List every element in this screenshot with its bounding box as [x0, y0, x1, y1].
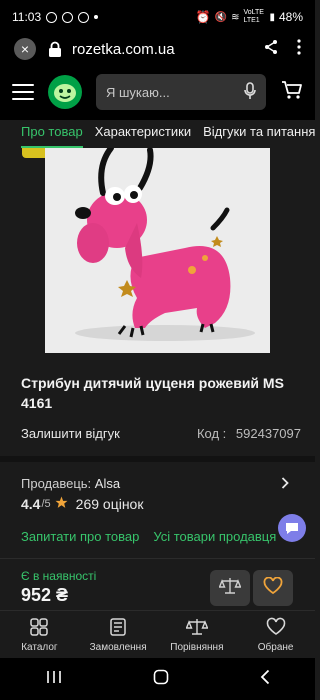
bottom-navigation: Каталог Замовлення Порівняння Обране [0, 610, 315, 658]
system-navigation-bar [0, 658, 315, 700]
home-icon[interactable] [153, 669, 169, 690]
nav-catalog-label: Каталог [21, 641, 58, 653]
buy-bar: Є в наявності 952 ₴ [0, 558, 315, 610]
all-seller-items-link[interactable]: Усі товари продавця [153, 529, 276, 544]
heart-icon [266, 617, 286, 640]
section-divider [0, 456, 315, 462]
status-time: 11:03 [12, 10, 42, 24]
signal-icon: ▮ [269, 11, 275, 23]
battery-level: 48% [278, 10, 303, 24]
browser-url-bar: × rozetka.com.ua [0, 34, 315, 64]
mute-icon: 🔇 [214, 11, 228, 23]
leave-review-link[interactable]: Залишити відгук [21, 426, 120, 441]
seller-name[interactable]: Alsa [95, 476, 120, 491]
product-code-label: Код : [196, 426, 227, 441]
recent-apps-icon[interactable] [46, 670, 62, 689]
seller-label: Продавець: [21, 476, 92, 491]
seller-rating: 4.4 /5 269 оцінок [21, 496, 143, 512]
notification-icon [46, 11, 58, 23]
search-placeholder: Я шукаю... [106, 84, 170, 100]
url-text[interactable]: rozetka.com.ua [72, 41, 175, 58]
microphone-icon[interactable] [244, 81, 256, 103]
nav-compare-label: Порівняння [170, 641, 224, 653]
rating-value: 4.4 [21, 496, 41, 512]
nav-favorites-label: Обране [257, 641, 294, 653]
reviews-count: 269 оцінок [75, 496, 144, 512]
more-menu-icon[interactable] [297, 38, 301, 60]
product-code-value: 592437097 [235, 426, 301, 441]
seller-row[interactable]: Продавець: Alsa [21, 476, 120, 491]
back-icon[interactable] [260, 669, 270, 690]
tab-about[interactable]: Про товар [21, 120, 83, 148]
stock-status: Є в наявності [21, 569, 97, 583]
cart-icon[interactable] [281, 80, 303, 105]
alarm-icon: ⏰ [195, 10, 211, 24]
chat-assistant-button[interactable] [278, 514, 306, 542]
nav-favorites[interactable]: Обране [241, 617, 311, 653]
search-input[interactable]: Я шукаю... [96, 74, 266, 110]
lock-icon[interactable] [48, 41, 62, 57]
compare-button[interactable] [210, 570, 250, 606]
more-notifications-icon [94, 15, 99, 19]
compare-icon [185, 617, 209, 640]
price: 952 ₴ [21, 585, 69, 605]
site-header: Я шукаю... [0, 64, 315, 120]
rating-scale: /5 [41, 498, 51, 510]
ask-about-product-link[interactable]: Запитати про товар [21, 529, 139, 544]
catalog-icon [29, 617, 49, 640]
close-tab-icon[interactable]: × [14, 38, 36, 60]
review-code-row: Залишити відгук Код : 592437097 [21, 426, 301, 441]
wifi-icon: ≋ [231, 11, 240, 23]
product-tabs: Про товар Характеристики Відгуки та пита… [0, 120, 315, 148]
status-bar: 11:03 ⏰ 🔇 ≋ VoLTE LTE1 ▮ 48% [0, 0, 315, 34]
nav-orders-label: Замовлення [89, 641, 147, 653]
pink-puppy-toy-image [75, 148, 255, 341]
compare-scales-icon [218, 577, 242, 600]
nav-compare[interactable]: Порівняння [162, 617, 232, 653]
notification-icon [78, 11, 90, 23]
product-title: Стрибун дитячий цуценя рожевий MS 4161 [21, 375, 284, 411]
notification-icon [62, 11, 74, 23]
chevron-right-icon[interactable] [281, 476, 289, 494]
product-image[interactable] [45, 148, 270, 353]
product-code: Код : 592437097 [197, 426, 301, 441]
tab-characteristics[interactable]: Характеристики [95, 120, 191, 148]
rozetka-logo[interactable] [48, 75, 82, 109]
network-label: VoLTE LTE1 [243, 9, 264, 24]
nav-catalog[interactable]: Каталог [4, 617, 74, 653]
star-icon [55, 496, 68, 512]
nav-orders[interactable]: Замовлення [83, 617, 153, 653]
menu-icon[interactable] [12, 84, 34, 100]
orders-icon [108, 617, 128, 640]
seller-links: Запитати про товар Усі товари продавця [21, 529, 276, 544]
favorite-button[interactable] [253, 570, 293, 606]
tab-reviews[interactable]: Відгуки та питання [203, 120, 315, 148]
heart-icon [263, 576, 283, 600]
share-icon[interactable] [263, 39, 279, 60]
